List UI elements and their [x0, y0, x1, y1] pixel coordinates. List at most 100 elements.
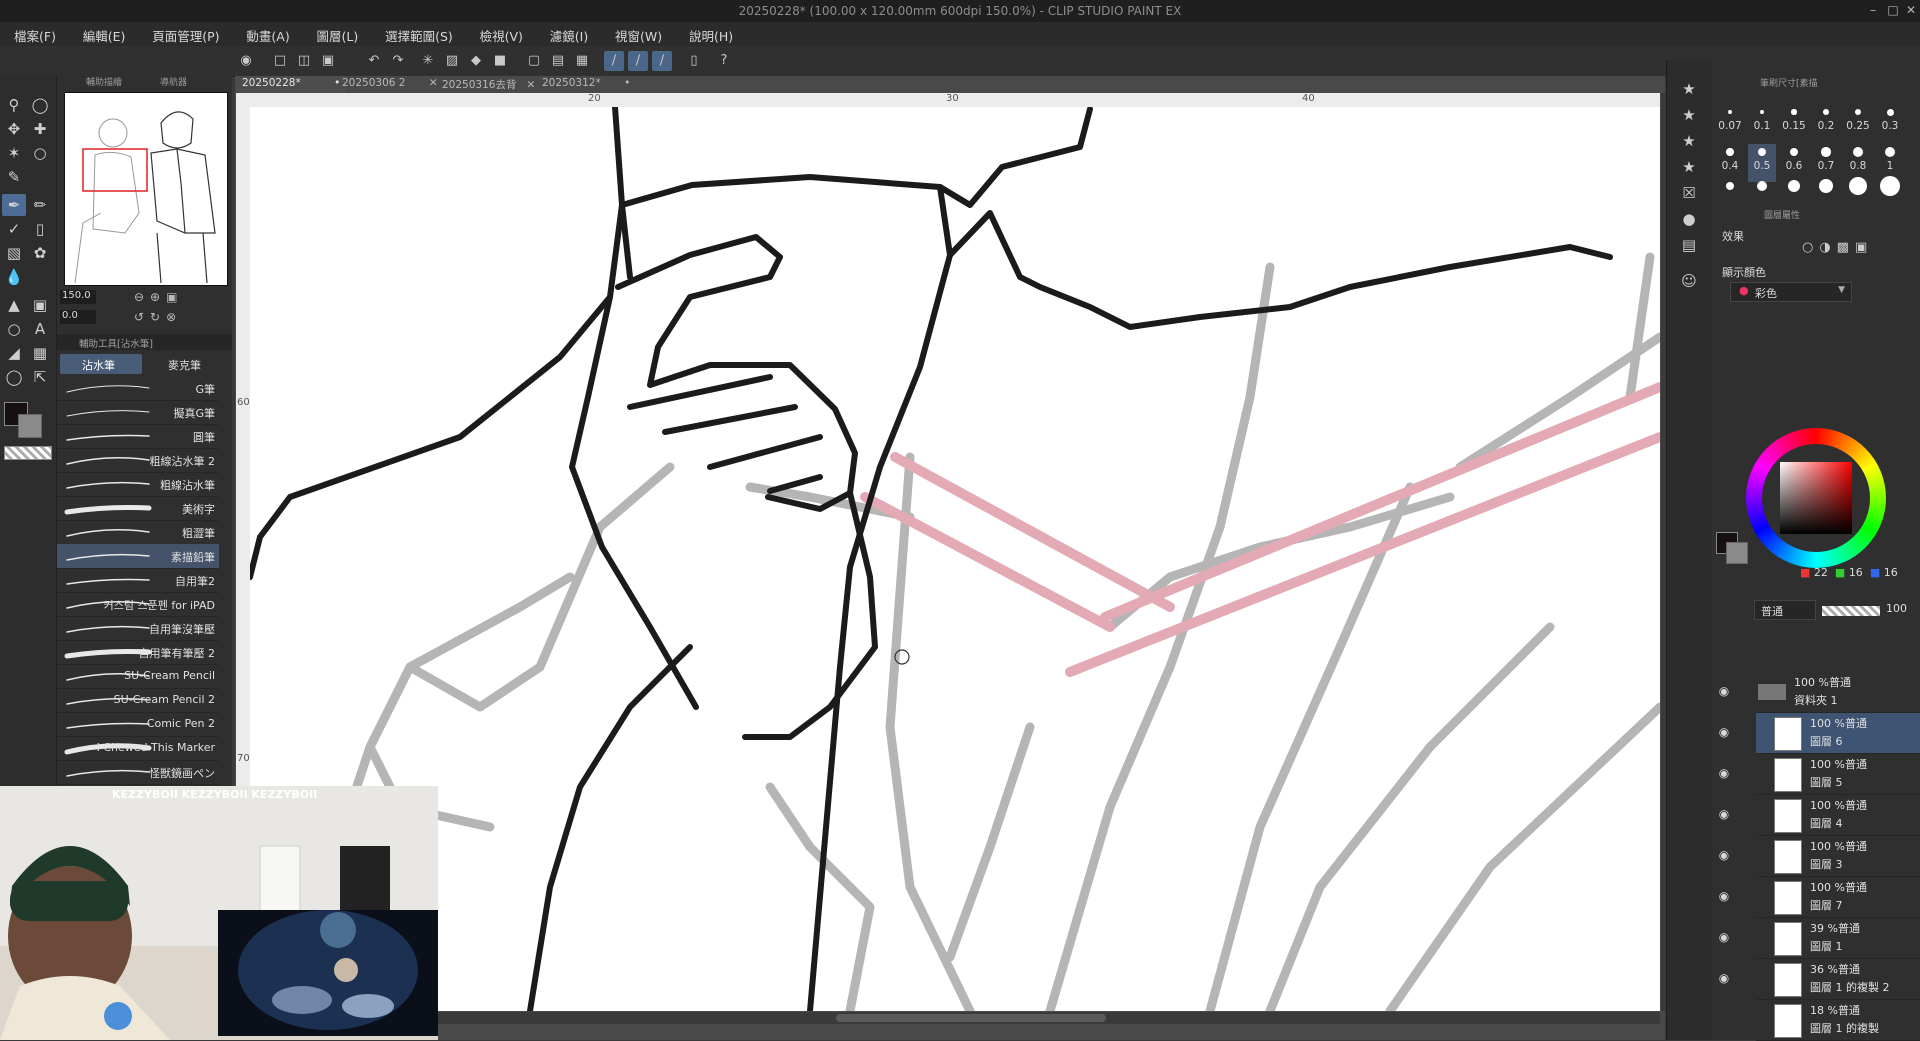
invert-selection-icon[interactable]: ▤: [548, 51, 568, 71]
layer-row[interactable]: 36 %普通 圖層 1 的複製 2: [1756, 959, 1920, 1000]
material-icon-3[interactable]: ★: [1677, 130, 1701, 152]
open-folder-icon[interactable]: ◫: [294, 51, 314, 71]
doc-tab-4[interactable]: 20250312* •: [536, 76, 636, 94]
snap-ruler-icon[interactable]: ∕: [604, 51, 624, 71]
auto-select-icon[interactable]: ✶: [2, 142, 26, 164]
tab-assist[interactable]: 輔助描繪: [86, 75, 122, 91]
pencil-icon[interactable]: ✏: [28, 194, 52, 216]
move-layer-icon[interactable]: ✥: [2, 118, 26, 140]
menu-selection[interactable]: 選擇範圍(S): [371, 22, 462, 45]
tab-navigator[interactable]: 導航器: [160, 75, 187, 91]
transparent-color-swatch[interactable]: [4, 446, 52, 460]
person-icon[interactable]: ☺: [1677, 270, 1701, 292]
figure-icon[interactable]: ○: [2, 318, 26, 340]
brush-size-large-dot[interactable]: [1880, 176, 1900, 196]
zoom-controls[interactable]: ⊖⊕▣: [134, 290, 183, 304]
brush-size-dot[interactable]: [1821, 147, 1831, 157]
horizontal-scrollbar[interactable]: [236, 1012, 1660, 1024]
eyedropper-icon[interactable]: ✎: [2, 166, 26, 188]
brush-size-label[interactable]: 0.07: [1715, 120, 1745, 132]
layer-visibility-eye-icon[interactable]: ◉: [1716, 807, 1732, 823]
layer-row[interactable]: 100 %普通 圖層 5: [1756, 754, 1920, 795]
move-icon[interactable]: ✚: [28, 118, 52, 140]
clear-icon[interactable]: ✳: [418, 51, 438, 71]
history-icon[interactable]: ▤: [1677, 234, 1701, 256]
picker-sub-color[interactable]: [1726, 542, 1748, 564]
rotate-controls[interactable]: ↺↻⊗: [134, 310, 182, 324]
zoom-value[interactable]: 150.0: [60, 290, 96, 304]
doc-tab-2[interactable]: 20250306 2 ✕: [336, 76, 444, 94]
fill-icon[interactable]: ◆: [466, 51, 486, 71]
clip-studio-icon[interactable]: ◉: [236, 51, 256, 71]
show-selection-icon[interactable]: ▦: [572, 51, 592, 71]
menu-filter[interactable]: 濾鏡(I): [536, 22, 597, 45]
layer-visibility-eye-icon[interactable]: ◉: [1716, 889, 1732, 905]
layer-property-tab[interactable]: 圖層屬性: [1764, 208, 1800, 221]
pen-icon[interactable]: ✒: [2, 194, 26, 216]
help-icon[interactable]: ?: [714, 51, 734, 71]
vertical-scrollbar[interactable]: [1661, 93, 1665, 1011]
brush-size-large-dot[interactable]: [1757, 181, 1767, 191]
doc-tab-3[interactable]: 20250316去背 ✕: [436, 76, 541, 94]
layer-visibility-eye-icon[interactable]: ◉: [1716, 766, 1732, 782]
airbrush-icon[interactable]: ▧: [2, 242, 26, 264]
brush-size-label[interactable]: 0.1: [1747, 120, 1777, 132]
brush-size-label[interactable]: 0.5: [1747, 160, 1777, 172]
layer-visibility-eye-icon[interactable]: ◉: [1716, 725, 1732, 741]
brush-size-large-dot[interactable]: [1849, 177, 1867, 195]
subtool-item[interactable]: 自用筆有筆壓 2: [57, 640, 219, 665]
sub-color-swatch[interactable]: [18, 414, 42, 438]
layer-row[interactable]: 100 %普通 圖層 3: [1756, 836, 1920, 877]
material-icon-2[interactable]: ★: [1677, 104, 1701, 126]
frame-border-icon[interactable]: ◢: [2, 342, 26, 364]
eraser-icon[interactable]: ▯: [28, 218, 52, 240]
brush-size-dot[interactable]: [1726, 148, 1734, 156]
subtool-item[interactable]: 自用筆2: [57, 568, 219, 593]
opacity-value[interactable]: 100: [1886, 602, 1907, 615]
subtool-item[interactable]: Comic Pen 2: [57, 712, 219, 737]
brush-size-label[interactable]: 0.3: [1875, 120, 1905, 132]
menu-window[interactable]: 視窗(W): [601, 22, 671, 45]
brush-size-label[interactable]: 0.6: [1779, 160, 1809, 172]
layer-row[interactable]: 100 %普通 圖層 7: [1756, 877, 1920, 918]
subtool-item[interactable]: SU-Cream Pencil 2: [57, 688, 219, 713]
brush-size-dot[interactable]: [1823, 109, 1829, 115]
layer-visibility-eye-icon[interactable]: [1716, 1012, 1732, 1028]
subtool-item[interactable]: 擬真G筆: [57, 400, 219, 425]
subtool-item[interactable]: 怪獣鏡画ペン: [57, 760, 219, 785]
brush-size-large-dot[interactable]: [1788, 180, 1800, 192]
text-icon[interactable]: A: [28, 318, 52, 340]
opacity-slider[interactable]: [1822, 606, 1880, 616]
subtool-item[interactable]: 素描鉛筆: [57, 544, 219, 569]
brush-size-tab[interactable]: 筆刷尺寸[素描: [1760, 76, 1818, 89]
balloon-icon[interactable]: ◯: [2, 366, 26, 388]
lasso-icon[interactable]: ◯: [28, 94, 52, 116]
menu-help[interactable]: 說明(H): [675, 22, 742, 45]
subtool-item[interactable]: SU-Cream Pencil: [57, 664, 219, 689]
drop-icon[interactable]: ●: [1677, 208, 1701, 230]
subtool-item[interactable]: 粗澀筆: [57, 520, 219, 545]
clear-outside-icon[interactable]: ▨: [442, 51, 462, 71]
navigator-view-box[interactable]: [82, 148, 148, 192]
blend-icon[interactable]: 💧: [2, 266, 26, 288]
fill-bucket-icon[interactable]: ▲: [2, 294, 26, 316]
layer-row[interactable]: 100 %普通 圖層 4: [1756, 795, 1920, 836]
minimize-icon[interactable]: –: [1864, 3, 1882, 19]
layer-visibility-eye-icon[interactable]: ◉: [1716, 848, 1732, 864]
snap-special-ruler-icon[interactable]: ∕: [628, 51, 648, 71]
layer-visibility-eye-icon[interactable]: ◉: [1716, 971, 1732, 987]
color-wheel[interactable]: [1746, 428, 1886, 568]
brush-size-label[interactable]: 1: [1875, 160, 1905, 172]
menu-edit[interactable]: 編輯(E): [69, 22, 135, 45]
subtool-item[interactable]: 圓筆: [57, 424, 219, 449]
rotation-value[interactable]: 0.0: [60, 310, 96, 324]
selection-icon[interactable]: ○: [28, 142, 52, 164]
subtool-item[interactable]: 커스텀 스푼펜 for iPAD: [57, 592, 219, 617]
brush-size-label[interactable]: 0.8: [1843, 160, 1873, 172]
menu-animation[interactable]: 動畫(A): [232, 22, 298, 45]
brush-size-label[interactable]: 0.2: [1811, 120, 1841, 132]
layer-visibility-eye-icon[interactable]: ◉: [1716, 930, 1732, 946]
brush-size-label[interactable]: 0.7: [1811, 160, 1841, 172]
layer-row[interactable]: 100 %普通 圖層 6: [1756, 713, 1920, 754]
group-pen-tab[interactable]: 沾水筆: [60, 354, 142, 374]
